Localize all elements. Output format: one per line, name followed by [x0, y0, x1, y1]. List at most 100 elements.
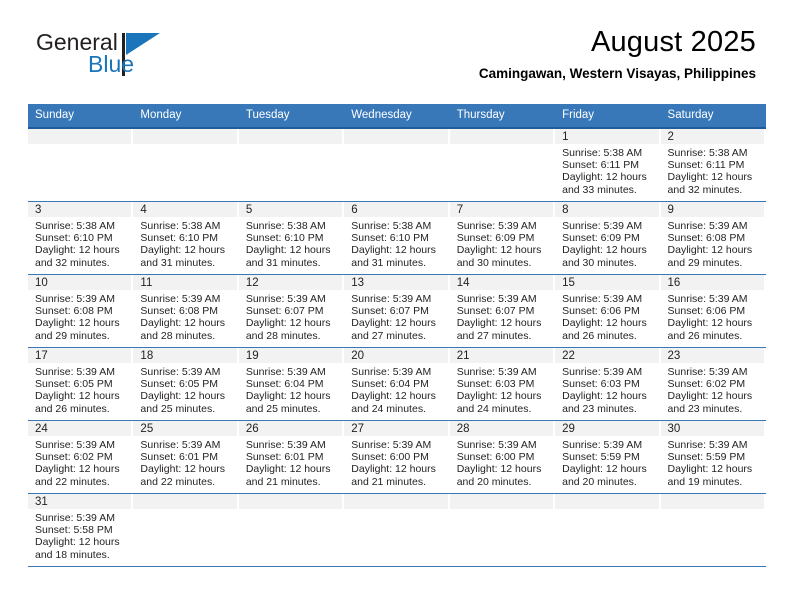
calendar-day-cell[interactable]: 6 Sunrise: 5:38 AM Sunset: 6:10 PM Daylight… — [344, 201, 450, 275]
day-detail-line: and 23 minutes. — [667, 402, 743, 415]
day-detail-line: Sunrise: 5:39 AM — [667, 439, 748, 451]
day-detail-line: Daylight: 12 hours — [35, 244, 120, 257]
calendar-day-cell[interactable]: 22 Sunrise: 5:39 AM Sunset: 6:03 PM Dayligh… — [555, 347, 661, 421]
title-block: August 2025 Camingawan, Western Visayas,… — [479, 26, 756, 82]
day-detail-line: Daylight: 12 hours — [667, 390, 753, 403]
calendar-empty-cell — [449, 493, 556, 567]
weekday-header-wednesday: Wednesday — [344, 104, 450, 129]
day-detail-line: Sunset: 6:03 PM — [456, 378, 535, 391]
day-detail-line: and 31 minutes. — [245, 256, 321, 269]
calendar-day-cell[interactable]: 1 Sunrise: 5:38 AM Sunset: 6:11 PM Daylight… — [555, 128, 661, 202]
day-detail-line: and 32 minutes. — [667, 183, 743, 196]
day-detail-line: Daylight: 12 hours — [667, 463, 753, 476]
day-number — [28, 129, 134, 144]
day-detail-line: and 20 minutes. — [456, 475, 532, 488]
calendar-day-cell[interactable]: 17 Sunrise: 5:39 AM Sunset: 6:05 PM Dayligh… — [28, 347, 134, 421]
calendar-day-cell[interactable]: 11 Sunrise: 5:39 AM Sunset: 6:08 PM Dayligh… — [133, 274, 239, 348]
day-detail-line: Sunrise: 5:39 AM — [35, 512, 115, 524]
calendar-day-cell[interactable]: 28 Sunrise: 5:39 AM Sunset: 6:00 PM Dayligh… — [449, 420, 556, 494]
day-number — [660, 494, 766, 509]
calendar-day-cell[interactable]: 13 Sunrise: 5:39 AM Sunset: 6:07 PM Dayligh… — [344, 274, 450, 348]
day-detail-line: and 30 minutes. — [456, 256, 532, 269]
day-detail-line: Daylight: 12 hours — [562, 171, 647, 184]
calendar-day-cell[interactable]: 2 Sunrise: 5:38 AM Sunset: 6:11 PM Daylight… — [660, 128, 766, 202]
calendar-day-cell[interactable]: 24 Sunrise: 5:39 AM Sunset: 6:02 PM Dayligh… — [28, 420, 134, 494]
day-detail-line: Sunrise: 5:39 AM — [562, 366, 643, 378]
page-header: General Blue August 2025 Camingawan, Wes… — [0, 0, 792, 81]
calendar-day-cell[interactable]: 3 Sunrise: 5:38 AM Sunset: 6:10 PM Daylight… — [28, 201, 134, 275]
day-detail-line: Sunrise: 5:38 AM — [562, 147, 643, 159]
day-detail-line: Sunrise: 5:39 AM — [245, 293, 326, 305]
calendar-day-cell[interactable]: 29 Sunrise: 5:39 AM Sunset: 5:59 PM Dayligh… — [555, 420, 661, 494]
day-detail-line: Sunrise: 5:39 AM — [456, 439, 537, 451]
day-detail-line: Sunrise: 5:39 AM — [35, 439, 115, 451]
calendar-day-cell[interactable]: 4 Sunrise: 5:38 AM Sunset: 6:10 PM Daylight… — [133, 201, 239, 275]
calendar-week-row: 31 Sunrise: 5:39 AM Sunset: 5:58 PM Dayligh… — [28, 493, 766, 567]
day-details: Sunrise: 5:38 AM Sunset: 6:10 PM Daylight:… — [239, 217, 344, 273]
day-number: 27 — [344, 421, 450, 436]
calendar-day-cell[interactable]: 18 Sunrise: 5:39 AM Sunset: 6:05 PM Dayligh… — [133, 347, 239, 421]
day-detail-line: Daylight: 12 hours — [245, 244, 331, 257]
calendar-day-cell[interactable]: 14 Sunrise: 5:39 AM Sunset: 6:07 PM Dayligh… — [449, 274, 556, 348]
day-detail-line: and 27 minutes. — [351, 329, 426, 342]
calendar-day-cell[interactable]: 21 Sunrise: 5:39 AM Sunset: 6:03 PM Dayligh… — [449, 347, 556, 421]
calendar-day-cell[interactable]: 9 Sunrise: 5:39 AM Sunset: 6:08 PM Daylight… — [660, 201, 766, 275]
calendar-header-row: Sunday Monday Tuesday Wednesday Thursday Frid… — [28, 104, 766, 129]
day-detail-line: Sunrise: 5:38 AM — [35, 220, 115, 232]
day-details: Sunrise: 5:38 AM Sunset: 6:10 PM Daylight:… — [344, 217, 449, 273]
calendar-day-cell[interactable]: 8 Sunrise: 5:39 AM Sunset: 6:09 PM Daylight… — [555, 201, 661, 275]
calendar-empty-cell — [449, 128, 556, 202]
calendar-day-cell[interactable]: 25 Sunrise: 5:39 AM Sunset: 6:01 PM Dayligh… — [133, 420, 239, 494]
day-detail-line: Sunset: 6:10 PM — [140, 232, 219, 245]
day-detail-line: Sunrise: 5:39 AM — [456, 293, 537, 305]
calendar-day-cell[interactable]: 15 Sunrise: 5:39 AM Sunset: 6:06 PM Dayligh… — [555, 274, 661, 348]
calendar-day-cell[interactable]: 16 Sunrise: 5:39 AM Sunset: 6:06 PM Dayligh… — [660, 274, 766, 348]
day-detail-line: and 21 minutes. — [351, 475, 426, 488]
day-detail-line: and 31 minutes. — [140, 256, 216, 269]
day-detail-line: Daylight: 12 hours — [245, 390, 331, 403]
day-details: Sunrise: 5:39 AM Sunset: 6:01 PM Daylight:… — [133, 436, 238, 492]
day-detail-line: Sunset: 6:08 PM — [35, 305, 113, 318]
day-detail-line: and 26 minutes. — [35, 402, 110, 415]
calendar-day-cell[interactable]: 5 Sunrise: 5:38 AM Sunset: 6:10 PM Daylight… — [238, 201, 345, 275]
calendar-table: Sunday Monday Tuesday Wednesday Thursday Frid… — [28, 104, 766, 567]
calendar-day-cell[interactable]: 30 Sunrise: 5:39 AM Sunset: 5:59 PM Dayligh… — [660, 420, 766, 494]
day-number — [344, 129, 450, 144]
day-details: Sunrise: 5:39 AM Sunset: 6:03 PM Daylight:… — [450, 363, 555, 419]
calendar-day-cell[interactable]: 7 Sunrise: 5:39 AM Sunset: 6:09 PM Daylight… — [449, 201, 556, 275]
calendar-day-cell[interactable]: 27 Sunrise: 5:39 AM Sunset: 6:00 PM Dayligh… — [344, 420, 450, 494]
day-detail-line: and 28 minutes. — [245, 329, 321, 342]
day-detail-line: Sunrise: 5:39 AM — [351, 293, 432, 305]
day-detail-line: Sunrise: 5:39 AM — [456, 366, 537, 378]
calendar-day-cell[interactable]: 12 Sunrise: 5:39 AM Sunset: 6:07 PM Dayligh… — [238, 274, 345, 348]
general-blue-logo[interactable]: General Blue — [36, 31, 236, 87]
day-number — [555, 494, 661, 509]
day-detail-line: and 29 minutes. — [667, 256, 743, 269]
day-number: 29 — [555, 421, 661, 436]
day-number: 30 — [660, 421, 766, 436]
day-detail-line: Sunset: 6:01 PM — [140, 451, 219, 464]
weekday-header-friday: Friday — [555, 104, 661, 129]
calendar-day-cell[interactable]: 31 Sunrise: 5:39 AM Sunset: 5:58 PM Dayligh… — [28, 493, 134, 567]
day-detail-line: and 22 minutes. — [140, 475, 216, 488]
calendar-day-cell[interactable]: 26 Sunrise: 5:39 AM Sunset: 6:01 PM Dayligh… — [238, 420, 345, 494]
day-number: 3 — [28, 202, 134, 217]
calendar-day-cell[interactable]: 20 Sunrise: 5:39 AM Sunset: 6:04 PM Dayligh… — [344, 347, 450, 421]
day-details: Sunrise: 5:39 AM Sunset: 6:00 PM Daylight:… — [450, 436, 555, 492]
day-number: 9 — [660, 202, 766, 217]
day-details: Sunrise: 5:39 AM Sunset: 6:02 PM Daylight:… — [28, 436, 133, 492]
day-details: Sunrise: 5:39 AM Sunset: 6:03 PM Daylight:… — [555, 363, 660, 419]
day-detail-line: Daylight: 12 hours — [351, 317, 436, 330]
calendar-day-cell[interactable]: 19 Sunrise: 5:39 AM Sunset: 6:04 PM Dayligh… — [238, 347, 345, 421]
calendar-empty-cell — [133, 128, 239, 202]
logo-text-blue: Blue — [88, 51, 135, 77]
day-detail-line: Daylight: 12 hours — [456, 317, 542, 330]
calendar-day-cell[interactable]: 23 Sunrise: 5:39 AM Sunset: 6:02 PM Dayligh… — [660, 347, 766, 421]
day-detail-line: Daylight: 12 hours — [140, 244, 226, 257]
day-detail-line: Sunset: 5:59 PM — [667, 451, 746, 464]
day-details: Sunrise: 5:39 AM Sunset: 6:07 PM Daylight:… — [450, 290, 555, 346]
day-details: Sunrise: 5:39 AM Sunset: 6:09 PM Daylight:… — [450, 217, 555, 273]
calendar-day-cell[interactable]: 10 Sunrise: 5:39 AM Sunset: 6:08 PM Dayligh… — [28, 274, 134, 348]
calendar-empty-cell — [238, 493, 345, 567]
day-number: 20 — [344, 348, 450, 363]
